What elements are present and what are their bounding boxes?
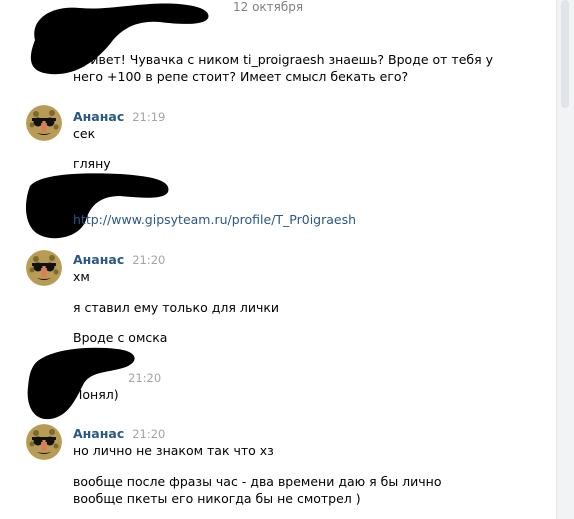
- groucho-glasses-avatar-icon: [26, 105, 62, 141]
- redaction-scribble: [27, 347, 135, 420]
- message-text: Привет! Чувачка с ником ti_proigraesh зн…: [73, 52, 493, 67]
- groucho-glasses-avatar-icon: [26, 250, 62, 286]
- chat-history: 12 октября Привет! Чувачка с ником ti_pr…: [0, 0, 556, 519]
- sender-name[interactable]: Ананас 21:19: [73, 109, 165, 124]
- groucho-glasses-avatar-icon: [26, 424, 62, 460]
- avatar[interactable]: [26, 105, 62, 141]
- message-text: него +100 в репе стоит? Имеет смысл бека…: [73, 69, 409, 84]
- message-text: я ставил ему только для лички: [73, 300, 280, 315]
- message-text: но лично не знаком так что хз: [73, 443, 274, 458]
- message-time: 21:20: [128, 371, 162, 385]
- scrollbar[interactable]: [556, 0, 574, 519]
- sender-name[interactable]: Ананас 21:20: [73, 252, 165, 267]
- redaction-scribble: [25, 173, 169, 239]
- scrollbar-thumb[interactable]: [561, 0, 569, 108]
- sender-name[interactable]: Ананас 21:20: [73, 426, 165, 441]
- message-time: 21:20: [132, 253, 166, 267]
- message-text: хм: [73, 269, 90, 284]
- message-time: 21:19: [132, 110, 166, 124]
- date-divider: 12 октября: [233, 0, 304, 14]
- message-text: Понял): [73, 387, 119, 402]
- message-text: сек: [73, 126, 96, 141]
- message-time: 21:20: [132, 427, 166, 441]
- message-text: вообще пкеты его никогда бы не смотрел ): [73, 491, 361, 506]
- avatar[interactable]: [26, 250, 62, 286]
- avatar[interactable]: [26, 424, 62, 460]
- message-text: вообще после фразы час - два времени даю…: [73, 474, 442, 489]
- message-link[interactable]: http://www.gipsyteam.ru/profile/T_Pr0igr…: [73, 211, 356, 228]
